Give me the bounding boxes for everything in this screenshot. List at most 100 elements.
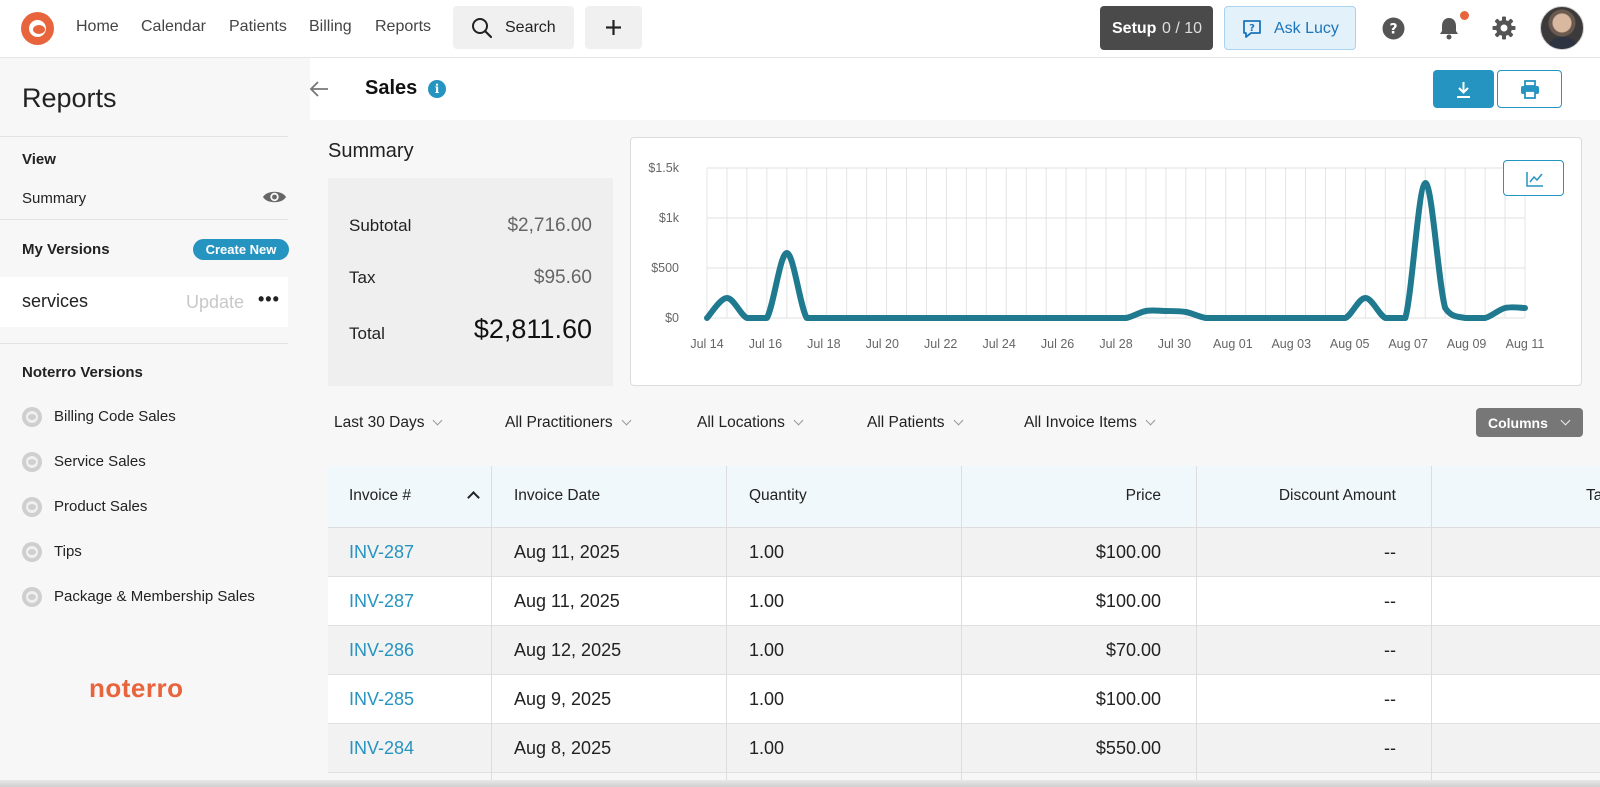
info-icon[interactable]: i [428, 80, 446, 98]
my-versions-heading: My Versions [22, 241, 110, 258]
help-chat-icon: ? [1243, 20, 1261, 38]
more-options-button[interactable]: ••• [258, 289, 280, 310]
invoice-link[interactable]: INV-285 [349, 689, 414, 710]
practitioners-filter[interactable]: All Practitioners [505, 414, 632, 432]
version-name[interactable]: services [22, 291, 88, 312]
nav-patients[interactable]: Patients [229, 18, 287, 36]
price: $100.00 [1095, 689, 1161, 709]
eye-icon[interactable] [262, 188, 287, 206]
tax-label: Tax [349, 268, 376, 287]
update-button[interactable]: Update [186, 292, 244, 313]
user-avatar[interactable] [1540, 6, 1584, 50]
patients-filter[interactable]: All Patients [867, 414, 963, 432]
discount-amount: -- [1384, 738, 1396, 758]
summary-heading: Summary [328, 140, 414, 162]
x-tick-label: Jul 16 [749, 337, 782, 351]
noterro-version-label: Tips [54, 543, 82, 560]
subtotal-value: $2,716.00 [507, 215, 592, 236]
quantity: 1.00 [749, 640, 785, 660]
column-header-discount-amount[interactable]: Discount Amount [1279, 487, 1396, 505]
column-header-quantity[interactable]: Quantity [749, 487, 807, 505]
invoice-date: Aug 11, 2025 [514, 591, 620, 611]
nav-calendar[interactable]: Calendar [141, 18, 206, 36]
nav-home[interactable]: Home [76, 18, 119, 36]
x-tick-label: Jul 30 [1158, 337, 1191, 351]
search-label: Search [505, 19, 556, 36]
page-title: Sales [365, 77, 418, 99]
x-tick-label: Aug 07 [1388, 337, 1428, 351]
sales-table: Invoice # Invoice Date Quantity Price Di… [328, 466, 1600, 787]
sort-ascending-icon[interactable] [467, 491, 480, 504]
chart-type-button[interactable] [1503, 160, 1564, 196]
setup-label: Setup [1112, 20, 1157, 37]
top-bar: Home Calendar Patients Billing Reports S… [0, 0, 1600, 58]
table-row: INV-287 Aug 11, 2025 1.00 $100.00 -- [328, 528, 1600, 577]
invoice-link[interactable]: INV-284 [349, 738, 414, 759]
column-header-invoice[interactable]: Invoice # [349, 487, 411, 505]
nav-reports[interactable]: Reports [375, 18, 431, 36]
quantity: 1.00 [749, 738, 785, 758]
column-header-price[interactable]: Price [1126, 487, 1161, 505]
report-icon [22, 407, 42, 427]
invoice-date: Aug 8, 2025 [514, 738, 612, 758]
price: $100.00 [1095, 542, 1161, 562]
report-icon [22, 542, 42, 562]
divider [0, 343, 288, 344]
notification-dot [1460, 11, 1469, 20]
sidebar-title: Reports [22, 83, 117, 113]
tax-value: $95.60 [533, 267, 592, 288]
invoice-link[interactable]: INV-287 [349, 542, 414, 563]
noterro-version-label: Billing Code Sales [54, 408, 176, 425]
filter-label: All Practitioners [505, 414, 613, 431]
back-arrow-icon[interactable] [308, 78, 330, 100]
quantity: 1.00 [749, 591, 785, 611]
help-icon[interactable]: ? [1382, 17, 1405, 40]
chevron-down-icon [1560, 415, 1571, 426]
locations-filter[interactable]: All Locations [697, 414, 804, 432]
table-row: INV-286 Aug 12, 2025 1.00 $70.00 -- [328, 626, 1600, 675]
printer-icon [1521, 80, 1539, 99]
nav-billing[interactable]: Billing [309, 18, 352, 36]
chevron-down-icon [953, 415, 963, 426]
search-button[interactable]: Search [453, 6, 574, 49]
invoice-date: Aug 9, 2025 [514, 689, 612, 709]
column-divider [1431, 466, 1432, 787]
x-tick-label: Jul 18 [807, 337, 840, 351]
y-tick-label: $500 [651, 261, 679, 275]
ask-lucy-button[interactable]: ? Ask Lucy [1224, 6, 1356, 50]
download-button[interactable] [1433, 70, 1494, 108]
report-icon [22, 452, 42, 472]
noterro-version-label: Service Sales [54, 453, 146, 470]
x-tick-label: Jul 14 [690, 337, 723, 351]
x-tick-label: Aug 09 [1447, 337, 1487, 351]
version-row-services[interactable]: services Update ••• [0, 277, 288, 327]
date-range-filter[interactable]: Last 30 Days [334, 414, 443, 432]
report-icon [22, 497, 42, 517]
invoice-link[interactable]: INV-287 [349, 591, 414, 612]
price: $550.00 [1095, 738, 1161, 758]
noterro-logo-icon[interactable] [21, 12, 54, 45]
discount-amount: -- [1384, 640, 1396, 660]
sidebar-item-summary[interactable]: Summary [22, 190, 86, 207]
setup-button[interactable]: Setup 0 / 10 [1100, 6, 1213, 50]
column-header-invoice-date[interactable]: Invoice Date [514, 487, 600, 505]
print-button[interactable] [1497, 70, 1562, 108]
noterro-version-label: Product Sales [54, 498, 148, 515]
add-button[interactable] [585, 6, 642, 49]
y-tick-label: $0 [665, 311, 679, 325]
table-row: INV-285 Aug 9, 2025 1.00 $100.00 -- [328, 675, 1600, 724]
column-header-tax[interactable]: Tax [1586, 487, 1600, 505]
x-tick-label: Aug 03 [1271, 337, 1311, 351]
bell-icon[interactable] [1438, 16, 1460, 40]
columns-label: Columns [1488, 415, 1548, 431]
price: $70.00 [1105, 640, 1161, 660]
invoice-items-filter[interactable]: All Invoice Items [1024, 414, 1156, 432]
column-divider [491, 466, 492, 787]
create-new-button[interactable]: Create New [193, 239, 289, 260]
x-tick-label: Jul 22 [924, 337, 957, 351]
x-tick-label: Aug 05 [1330, 337, 1370, 351]
invoice-link[interactable]: INV-286 [349, 640, 414, 661]
svg-text:?: ? [1389, 22, 1397, 38]
columns-button[interactable]: Columns [1476, 408, 1583, 437]
gear-icon[interactable] [1492, 16, 1516, 40]
